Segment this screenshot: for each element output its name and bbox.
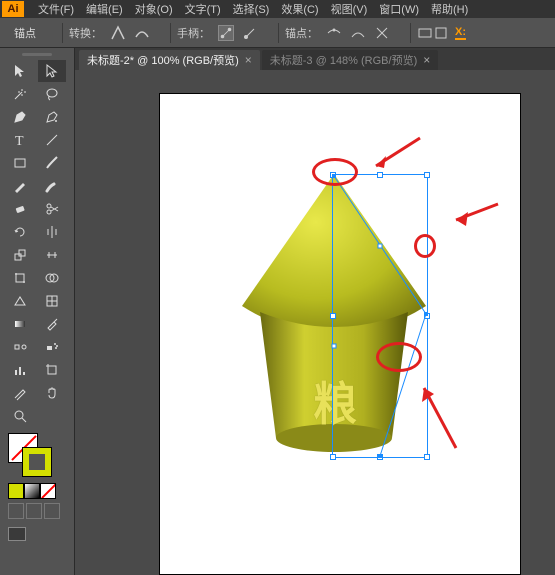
color-mode-solid[interactable] <box>8 483 24 499</box>
document-tab[interactable]: 未标题-3 @ 148% (RGB/预览) × <box>262 50 438 70</box>
convert-corner-icon[interactable] <box>110 25 126 41</box>
align-icon[interactable] <box>417 25 433 41</box>
eraser-tool[interactable] <box>6 198 34 220</box>
screen-mode[interactable] <box>0 523 74 545</box>
anchors-group: 锚点： <box>285 25 390 41</box>
handle-hide-icon[interactable] <box>242 25 258 41</box>
menu-view[interactable]: 视图(V) <box>325 1 374 17</box>
transform-x-icon[interactable]: X: <box>455 26 466 40</box>
control-bar: 锚点 转换： 手柄： 锚点： X: <box>0 18 555 48</box>
menu-type[interactable]: 文字(T) <box>179 1 227 17</box>
annotation-ellipse <box>312 158 358 186</box>
anchors-label: 锚点： <box>285 25 318 41</box>
draw-normal[interactable] <box>8 503 24 519</box>
eyedropper-tool[interactable] <box>38 313 66 335</box>
width-tool[interactable] <box>38 244 66 266</box>
color-mode-row <box>0 483 74 499</box>
color-mode-gradient[interactable] <box>24 483 40 499</box>
blob-brush-tool[interactable] <box>38 175 66 197</box>
color-mode-none[interactable] <box>40 483 56 499</box>
reflect-tool[interactable] <box>38 221 66 243</box>
menu-file[interactable]: 文件(F) <box>32 1 80 17</box>
menu-edit[interactable]: 编辑(E) <box>80 1 129 17</box>
graph-tool[interactable] <box>6 359 34 381</box>
document-tab-bar: 未标题-2* @ 100% (RGB/预览) × 未标题-3 @ 148% (R… <box>75 48 555 70</box>
cut-anchor-icon[interactable] <box>374 25 390 41</box>
close-icon[interactable]: × <box>245 54 252 66</box>
svg-text:T: T <box>15 134 24 148</box>
annotation-ellipse <box>376 342 422 372</box>
shape-builder-tool[interactable] <box>38 267 66 289</box>
selected-path[interactable] <box>332 174 428 458</box>
perspective-tool[interactable] <box>6 290 34 312</box>
artboard-tool[interactable] <box>38 359 66 381</box>
rectangle-tool[interactable] <box>6 152 34 174</box>
pen-tool[interactable] <box>6 106 34 128</box>
type-tool[interactable]: T <box>6 129 34 151</box>
symbol-sprayer-tool[interactable] <box>38 336 66 358</box>
mesh-tool[interactable] <box>38 290 66 312</box>
close-icon[interactable]: × <box>423 54 430 66</box>
selection-tool[interactable] <box>6 60 34 82</box>
menu-bar: Ai 文件(F) 编辑(E) 对象(O) 文字(T) 选择(S) 效果(C) 视… <box>0 0 555 18</box>
menu-object[interactable]: 对象(O) <box>129 1 179 17</box>
rotate-tool[interactable] <box>6 221 34 243</box>
app-logo: Ai <box>2 1 24 17</box>
document-tab[interactable]: 未标题-2* @ 100% (RGB/预览) × <box>79 50 260 70</box>
annotation-arrow <box>450 200 500 233</box>
hand-tool[interactable] <box>38 382 66 404</box>
menu-effect[interactable]: 效果(C) <box>275 1 324 17</box>
divider <box>278 23 279 43</box>
annotation-ellipse <box>414 234 436 258</box>
connect-anchor-icon[interactable] <box>350 25 366 41</box>
annotation-arrow <box>370 136 430 179</box>
handle-show-icon[interactable] <box>218 25 234 41</box>
slice-tool[interactable] <box>6 382 34 404</box>
scale-tool[interactable] <box>6 244 34 266</box>
menu-select[interactable]: 选择(S) <box>227 1 276 17</box>
handle-group: 手柄： <box>177 25 258 41</box>
menu-help[interactable]: 帮助(H) <box>425 1 474 17</box>
artboard[interactable]: 粮 <box>160 94 520 574</box>
lasso-tool[interactable] <box>38 83 66 105</box>
blend-tool[interactable] <box>6 336 34 358</box>
canvas-area[interactable]: 粮 <box>75 70 555 575</box>
convert-label: 转换： <box>69 25 102 41</box>
convert-smooth-icon[interactable] <box>134 25 150 41</box>
divider <box>170 23 171 43</box>
draw-behind[interactable] <box>26 503 42 519</box>
tab-label: 未标题-2* @ 100% (RGB/预览) <box>87 52 239 68</box>
annotation-arrow <box>416 382 466 455</box>
paintbrush-tool[interactable] <box>38 152 66 174</box>
anchor-label: 锚点 <box>14 25 36 41</box>
scissors-tool[interactable] <box>38 198 66 220</box>
curvature-tool[interactable] <box>38 106 66 128</box>
divider <box>410 23 411 43</box>
gradient-tool[interactable] <box>6 313 34 335</box>
zoom-tool[interactable] <box>6 405 34 427</box>
line-tool[interactable] <box>38 129 66 151</box>
divider <box>62 23 63 43</box>
fill-stroke-proxy[interactable] <box>8 433 52 477</box>
pencil-tool[interactable] <box>6 175 34 197</box>
panel-handle[interactable] <box>0 48 74 60</box>
magic-wand-tool[interactable] <box>6 83 34 105</box>
menu-window[interactable]: 窗口(W) <box>373 1 425 17</box>
draw-mode-row <box>0 499 74 523</box>
workspace: 未标题-2* @ 100% (RGB/预览) × 未标题-3 @ 148% (R… <box>75 48 555 575</box>
draw-inside[interactable] <box>44 503 60 519</box>
tools-panel: T <box>0 48 75 575</box>
direct-selection-tool[interactable] <box>38 60 66 82</box>
convert-group: 转换： <box>69 25 150 41</box>
free-transform-tool[interactable] <box>6 267 34 289</box>
stroke-swatch[interactable] <box>22 447 52 477</box>
remove-anchor-icon[interactable] <box>326 25 342 41</box>
isolate-icon[interactable] <box>433 25 449 41</box>
handle-label: 手柄： <box>177 25 210 41</box>
tab-label: 未标题-3 @ 148% (RGB/预览) <box>270 52 417 68</box>
